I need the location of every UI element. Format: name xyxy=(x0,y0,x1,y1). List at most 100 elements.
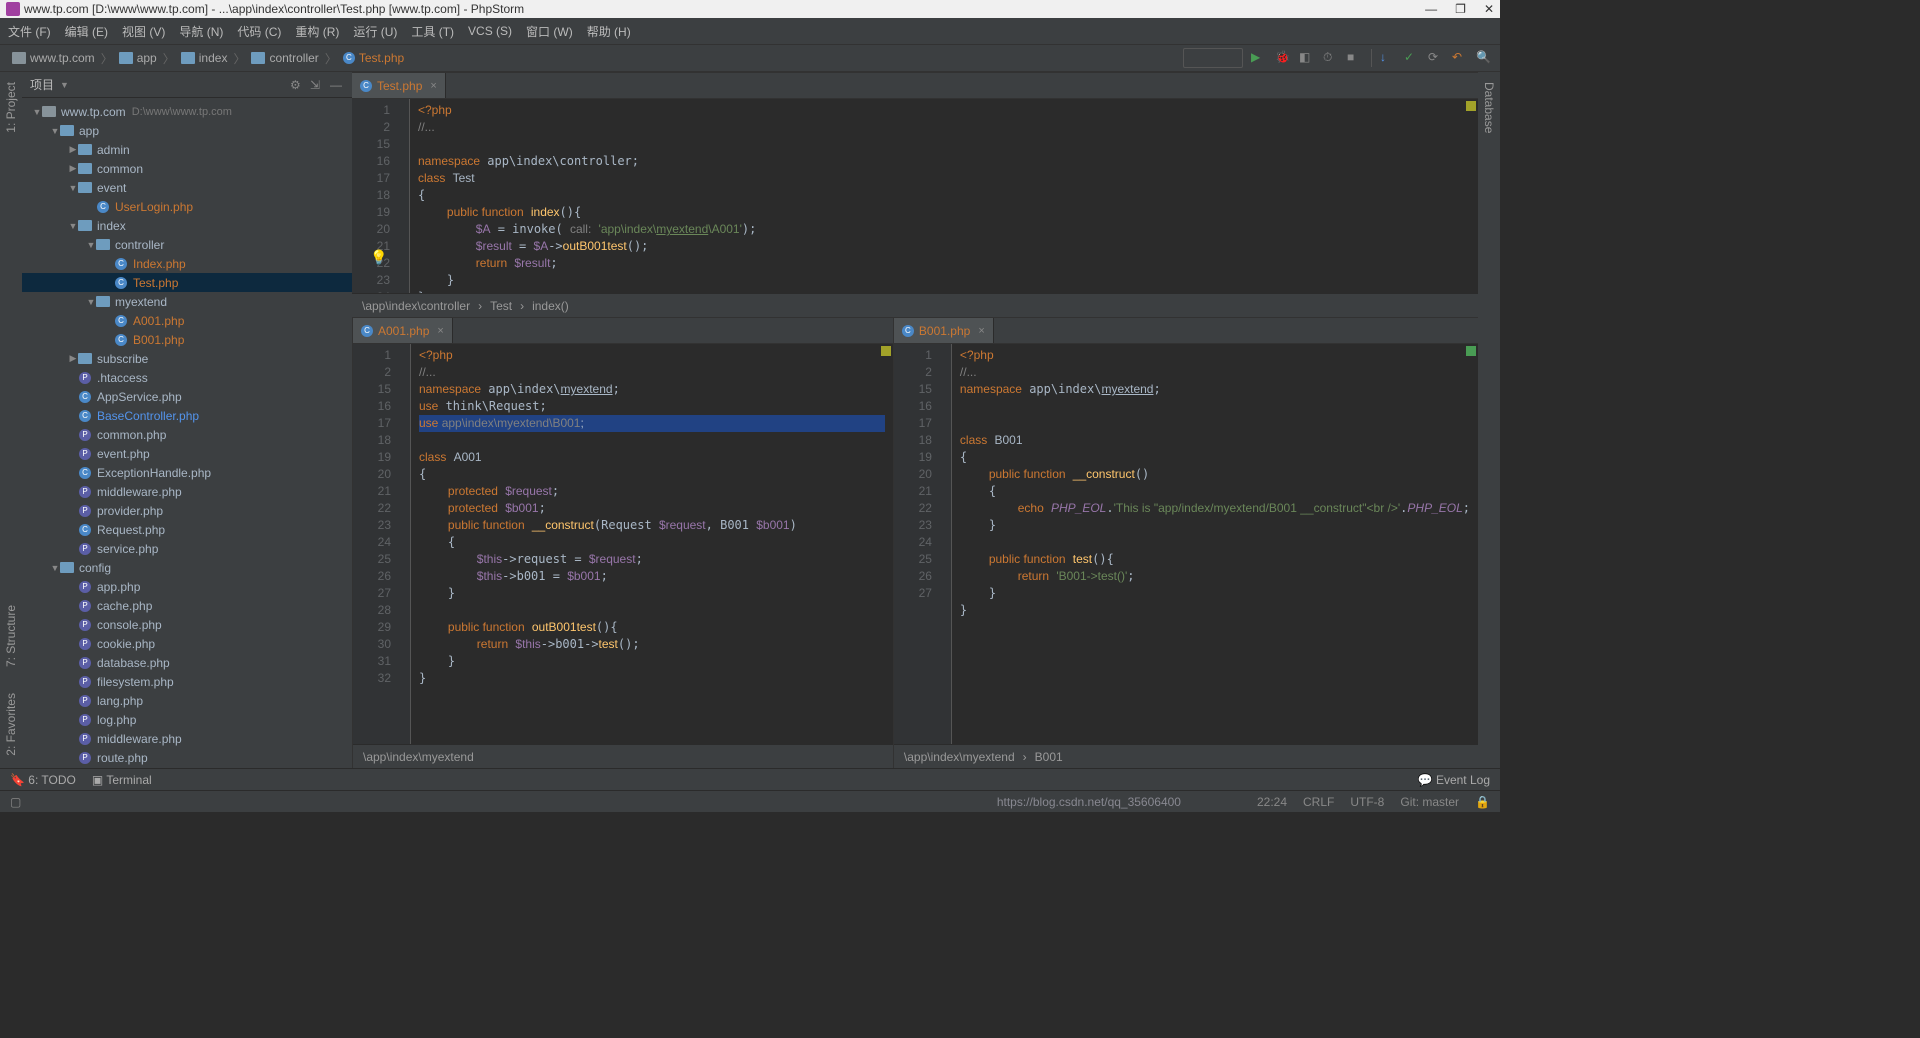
tree-node[interactable]: Pcache.php xyxy=(22,596,352,615)
intention-bulb-icon[interactable]: 💡 xyxy=(370,249,387,266)
git-commit-icon[interactable]: ✓ xyxy=(1404,50,1420,66)
collapse-icon[interactable]: ⇲ xyxy=(310,78,324,92)
editor-breadcrumb-top[interactable]: \app\index\controller›Test›index() xyxy=(352,293,1478,317)
git-branch[interactable]: Git: master xyxy=(1400,795,1459,809)
breadcrumb-item[interactable]: CTest.php xyxy=(339,49,408,67)
menu-item[interactable]: 帮助 (H) xyxy=(587,23,631,40)
run-config-select[interactable] xyxy=(1183,48,1243,68)
folder-icon xyxy=(119,52,133,64)
tree-node[interactable]: ▶admin xyxy=(22,140,352,159)
tree-node[interactable]: ▼config xyxy=(22,558,352,577)
tree-node[interactable]: CRequest.php xyxy=(22,520,352,539)
breadcrumb-item[interactable]: app xyxy=(115,49,161,67)
inspection-marker[interactable] xyxy=(1466,346,1476,356)
tree-node[interactable]: Pevent.php xyxy=(22,444,352,463)
coverage-icon[interactable]: ◧ xyxy=(1299,50,1315,66)
tree-node[interactable]: Pcookie.php xyxy=(22,634,352,653)
breadcrumb-item[interactable]: controller xyxy=(247,49,322,67)
tree-node[interactable]: ▼event xyxy=(22,178,352,197)
close-icon[interactable]: ✕ xyxy=(1484,2,1494,16)
code-top[interactable]: <?php //... namespace app\index\controll… xyxy=(410,99,1478,293)
tree-node[interactable]: CUserLogin.php xyxy=(22,197,352,216)
tab-a001-php[interactable]: CA001.php× xyxy=(353,318,453,343)
code-br[interactable]: <?php //... namespace app\index\myextend… xyxy=(952,344,1478,744)
tree-node[interactable]: ▶subscribe xyxy=(22,349,352,368)
project-tool-tab[interactable]: 1: Project xyxy=(4,78,18,137)
tree-node[interactable]: Pprovider.php xyxy=(22,501,352,520)
tree-node[interactable]: CAppService.php xyxy=(22,387,352,406)
gear-icon[interactable]: ⚙ xyxy=(290,78,304,92)
tree-node[interactable]: Pconsole.php xyxy=(22,615,352,634)
menu-item[interactable]: 编辑 (E) xyxy=(65,23,108,40)
tree-node[interactable]: Pmiddleware.php xyxy=(22,729,352,748)
maximize-icon[interactable]: ❐ xyxy=(1455,2,1466,16)
tree-node[interactable]: CIndex.php xyxy=(22,254,352,273)
event-log-button[interactable]: 💬 Event Log xyxy=(1418,773,1490,787)
tree-node[interactable]: Proute.php xyxy=(22,748,352,767)
tree-node[interactable]: Pmiddleware.php xyxy=(22,482,352,501)
terminal-tool-tab[interactable]: ▣ Terminal xyxy=(92,773,152,787)
database-tool-tab[interactable]: Database xyxy=(1482,78,1496,137)
minimize-icon[interactable]: — xyxy=(1425,2,1437,16)
breadcrumb-item[interactable]: www.tp.com xyxy=(8,49,99,67)
tree-node[interactable]: ▼www.tp.comD:\www\www.tp.com xyxy=(22,102,352,121)
close-tab-icon[interactable]: × xyxy=(430,80,436,92)
hide-icon[interactable]: — xyxy=(330,78,344,92)
stop-icon[interactable]: ■ xyxy=(1347,50,1363,66)
tree-node[interactable]: P.htaccess xyxy=(22,368,352,387)
project-tree[interactable]: ▼www.tp.comD:\www\www.tp.com▼app▶admin▶c… xyxy=(22,98,352,768)
bottom-tool-bar: 🔖 6: TODO ▣ Terminal 💬 Event Log xyxy=(0,768,1500,790)
code-bl[interactable]: <?php //... namespace app\index\myextend… xyxy=(411,344,893,744)
menu-item[interactable]: 代码 (C) xyxy=(237,23,281,40)
structure-tool-tab[interactable]: 7: Structure xyxy=(4,601,18,671)
todo-tool-tab[interactable]: 🔖 6: TODO xyxy=(10,773,76,787)
tree-node[interactable]: ▼myextend xyxy=(22,292,352,311)
show-windows-icon[interactable]: ▢ xyxy=(10,795,21,809)
tree-node[interactable]: Pservice.php xyxy=(22,539,352,558)
titlebar: www.tp.com [D:\www\www.tp.com] - ...\app… xyxy=(0,0,1500,18)
run-icon[interactable]: ▶ xyxy=(1251,50,1267,66)
line-ending[interactable]: CRLF xyxy=(1303,795,1334,809)
inspection-marker[interactable] xyxy=(1466,101,1476,111)
menu-item[interactable]: 导航 (N) xyxy=(179,23,223,40)
close-tab-icon[interactable]: × xyxy=(437,325,443,337)
tab-test-php[interactable]: CTest.php× xyxy=(352,73,446,98)
tree-node[interactable]: CTest.php xyxy=(22,273,352,292)
tree-node[interactable]: Plang.php xyxy=(22,691,352,710)
lock-icon[interactable]: 🔒 xyxy=(1475,795,1490,809)
editor-breadcrumb-bl[interactable]: \app\index\myextend xyxy=(353,744,893,768)
tree-node[interactable]: CBaseController.php xyxy=(22,406,352,425)
tree-node[interactable]: ▼app xyxy=(22,121,352,140)
menu-item[interactable]: 重构 (R) xyxy=(295,23,339,40)
inspection-marker[interactable] xyxy=(881,346,891,356)
git-update-icon[interactable]: ↓ xyxy=(1380,50,1396,66)
close-tab-icon[interactable]: × xyxy=(978,325,984,337)
tree-node[interactable]: ▶common xyxy=(22,159,352,178)
tree-node[interactable]: Plog.php xyxy=(22,710,352,729)
menu-item[interactable]: VCS (S) xyxy=(468,24,512,38)
menu-item[interactable]: 文件 (F) xyxy=(8,23,51,40)
favorites-tool-tab[interactable]: 2: Favorites xyxy=(4,689,18,760)
editor-breadcrumb-br[interactable]: \app\index\myextend›B001 xyxy=(894,744,1478,768)
tree-node[interactable]: ▼index xyxy=(22,216,352,235)
revert-icon[interactable]: ↶ xyxy=(1452,50,1468,66)
breadcrumb-item[interactable]: index xyxy=(177,49,232,67)
encoding[interactable]: UTF-8 xyxy=(1350,795,1384,809)
tree-node[interactable]: CB001.php xyxy=(22,330,352,349)
search-icon[interactable]: 🔍 xyxy=(1476,50,1492,66)
menu-item[interactable]: 运行 (U) xyxy=(353,23,397,40)
tree-node[interactable]: Pdatabase.php xyxy=(22,653,352,672)
tab-b001-php[interactable]: CB001.php× xyxy=(894,318,994,343)
tree-node[interactable]: Papp.php xyxy=(22,577,352,596)
tree-node[interactable]: Pcommon.php xyxy=(22,425,352,444)
git-history-icon[interactable]: ⟳ xyxy=(1428,50,1444,66)
tree-node[interactable]: Pfilesystem.php xyxy=(22,672,352,691)
debug-icon[interactable]: 🐞 xyxy=(1275,50,1291,66)
tree-node[interactable]: CExceptionHandle.php xyxy=(22,463,352,482)
menu-item[interactable]: 工具 (T) xyxy=(411,23,454,40)
menu-item[interactable]: 视图 (V) xyxy=(122,23,165,40)
tree-node[interactable]: ▼controller xyxy=(22,235,352,254)
menu-item[interactable]: 窗口 (W) xyxy=(526,23,573,40)
tree-node[interactable]: CA001.php xyxy=(22,311,352,330)
profile-icon[interactable]: ⏱ xyxy=(1323,50,1339,66)
